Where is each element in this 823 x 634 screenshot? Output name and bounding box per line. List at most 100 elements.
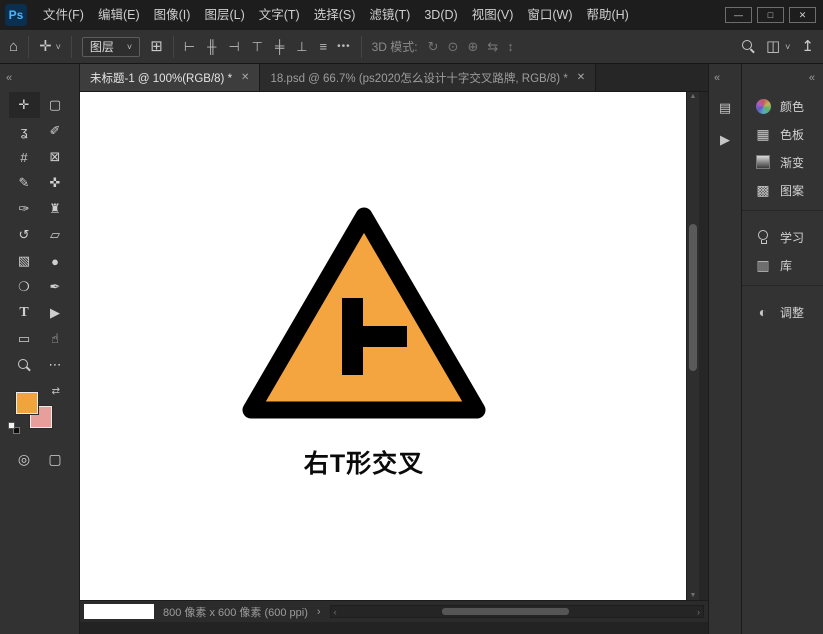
document-area: 未标题-1 @ 100%(RGB/8) * ✕ 18.psd @ 66.7% (…: [80, 64, 708, 634]
spot-healing-brush-tool[interactable]: ✜: [40, 170, 71, 196]
panel-item-color[interactable]: 颜色: [742, 92, 823, 120]
minimize-button[interactable]: —: [725, 7, 752, 23]
clone-stamp-tool[interactable]: ♜: [40, 196, 71, 222]
show-transform-controls-icon[interactable]: ⊞: [150, 39, 163, 54]
menu-file[interactable]: 文件(F): [36, 0, 91, 30]
move-tool[interactable]: ✛: [8, 92, 40, 118]
panel-item-swatches[interactable]: ▦ 色板: [742, 120, 823, 148]
edit-toolbar-button[interactable]: ⋯: [40, 352, 71, 378]
align-left-icon[interactable]: ⊢: [184, 39, 195, 55]
scroll-left-icon[interactable]: ‹: [334, 607, 337, 617]
pen-tool[interactable]: ✒: [40, 274, 71, 300]
menu-help[interactable]: 帮助(H): [579, 0, 635, 30]
panel-dock: « 颜色 ▦ 色板 渐变 ▩ 图案 学习 ▥ 库 ◐ 调整: [741, 64, 823, 634]
menu-edit[interactable]: 编辑(E): [91, 0, 147, 30]
3d-roll-icon[interactable]: ⊙: [448, 39, 459, 55]
status-menu-icon[interactable]: ›: [317, 606, 321, 618]
close-button[interactable]: ✕: [789, 7, 816, 23]
menu-3d[interactable]: 3D(D): [417, 0, 464, 30]
scroll-right-icon[interactable]: ›: [697, 607, 700, 617]
vertical-scrollbar-thumb[interactable]: [689, 224, 697, 372]
collapsed-panel-strip: « ▤ ▶: [708, 64, 741, 634]
foreground-color-swatch[interactable]: [16, 392, 38, 414]
canvas[interactable]: 右T形交叉: [80, 92, 686, 600]
document-tab-active[interactable]: 未标题-1 @ 100%(RGB/8) * ✕: [80, 64, 261, 91]
panel-item-gradients[interactable]: 渐变: [742, 148, 823, 176]
zoom-tool[interactable]: [9, 352, 40, 378]
eyedropper-tool[interactable]: ✎: [9, 170, 40, 196]
chevron-down-icon[interactable]: ˅: [785, 42, 790, 52]
screen-mode-button[interactable]: ▢: [40, 446, 71, 472]
close-icon[interactable]: ✕: [241, 72, 249, 83]
dodge-tool[interactable]: ❍: [9, 274, 40, 300]
type-tool[interactable]: T: [19, 305, 28, 321]
lightbulb-icon: [755, 229, 771, 245]
chevron-down-icon: ˅: [126, 41, 133, 52]
horizontal-scrollbar[interactable]: ‹ ›: [329, 605, 704, 618]
home-icon[interactable]: ⌂: [9, 39, 18, 54]
close-icon[interactable]: ✕: [577, 72, 585, 83]
path-selection-tool[interactable]: ▶: [40, 300, 71, 326]
collapse-panels-icon[interactable]: «: [809, 72, 815, 84]
maximize-button[interactable]: □: [757, 7, 784, 23]
menu-view[interactable]: 视图(V): [465, 0, 521, 30]
play-panel-icon[interactable]: ▶: [712, 127, 738, 153]
crop-tool[interactable]: #: [9, 144, 40, 170]
move-tool-icon[interactable]: ✛: [39, 39, 52, 54]
properties-panel-icon[interactable]: ▤: [712, 95, 738, 121]
3d-drag-icon[interactable]: ⊕: [467, 39, 478, 55]
align-top-icon[interactable]: ⊤: [252, 39, 263, 55]
zoom-level-input[interactable]: [84, 604, 154, 619]
menu-image[interactable]: 图像(I): [147, 0, 198, 30]
gradient-tool[interactable]: ▧: [9, 248, 40, 274]
swap-colors-icon[interactable]: ⇄: [52, 386, 60, 397]
align-right-icon[interactable]: ⊣: [228, 39, 239, 55]
history-brush-tool[interactable]: ↺: [9, 222, 40, 248]
3d-slide-icon[interactable]: ⇆: [487, 39, 498, 55]
panel-group-divider: [742, 210, 823, 223]
expand-panels-icon[interactable]: «: [714, 72, 720, 84]
rectangular-marquee-tool[interactable]: ▢: [40, 92, 71, 118]
menu-window[interactable]: 窗口(W): [520, 0, 579, 30]
title-bar: Ps 文件(F) 编辑(E) 图像(I) 图层(L) 文字(T) 选择(S) 滤…: [0, 0, 823, 30]
frame-tool[interactable]: ⊠: [40, 144, 71, 170]
panel-item-patterns[interactable]: ▩ 图案: [742, 176, 823, 204]
photoshop-logo: Ps: [5, 4, 27, 26]
eraser-tool[interactable]: ▱: [40, 222, 71, 248]
object-selection-tool[interactable]: ✐: [40, 118, 71, 144]
collapse-toolbar-icon[interactable]: «: [6, 72, 12, 84]
lasso-tool[interactable]: ʓ: [9, 118, 40, 144]
chevron-down-icon[interactable]: ˅: [56, 42, 61, 52]
scroll-up-icon[interactable]: ▲: [687, 93, 699, 100]
panel-item-libraries[interactable]: ▥ 库: [742, 251, 823, 279]
align-center-vertical-icon[interactable]: ╪: [275, 39, 284, 55]
quick-mask-button[interactable]: ◎: [9, 446, 40, 472]
horizontal-scrollbar-thumb[interactable]: [442, 608, 569, 615]
3d-scale-icon[interactable]: ↕: [507, 39, 514, 55]
auto-select-dropdown[interactable]: 图层 ˅: [81, 36, 141, 57]
scroll-down-icon[interactable]: ▼: [687, 592, 699, 599]
menu-filter[interactable]: 滤镜(T): [362, 0, 417, 30]
vertical-scrollbar[interactable]: ▲ ▼: [686, 92, 699, 600]
workspace-icon[interactable]: ◫: [766, 39, 780, 54]
3d-orbit-icon[interactable]: ↻: [428, 39, 439, 55]
blur-tool[interactable]: ●: [40, 248, 71, 274]
menu-type[interactable]: 文字(T): [252, 0, 307, 30]
document-dimensions: 800 像素 x 600 像素 (600 ppi): [163, 606, 308, 619]
panel-item-adjustments[interactable]: ◐ 调整: [742, 298, 823, 326]
align-center-horizontal-icon[interactable]: ╫: [207, 39, 216, 55]
more-options-icon[interactable]: •••: [337, 41, 351, 52]
menu-select[interactable]: 选择(S): [307, 0, 363, 30]
toolbar-footer: ◎ ▢: [0, 446, 79, 472]
default-colors-icon[interactable]: [8, 422, 20, 434]
document-tab-inactive[interactable]: 18.psd @ 66.7% (ps2020怎么设计十字交叉路牌, RGB/8)…: [260, 64, 597, 91]
brush-tool[interactable]: ✑: [9, 196, 40, 222]
search-icon[interactable]: [741, 40, 755, 53]
distribute-icon[interactable]: ≡: [320, 39, 328, 55]
menu-layer[interactable]: 图层(L): [197, 0, 251, 30]
hand-tool[interactable]: ☝: [40, 326, 71, 352]
panel-item-learn[interactable]: 学习: [742, 223, 823, 251]
align-bottom-icon[interactable]: ⊥: [296, 39, 307, 55]
share-icon[interactable]: ↥: [801, 39, 814, 54]
rectangle-tool[interactable]: ▭: [9, 326, 40, 352]
